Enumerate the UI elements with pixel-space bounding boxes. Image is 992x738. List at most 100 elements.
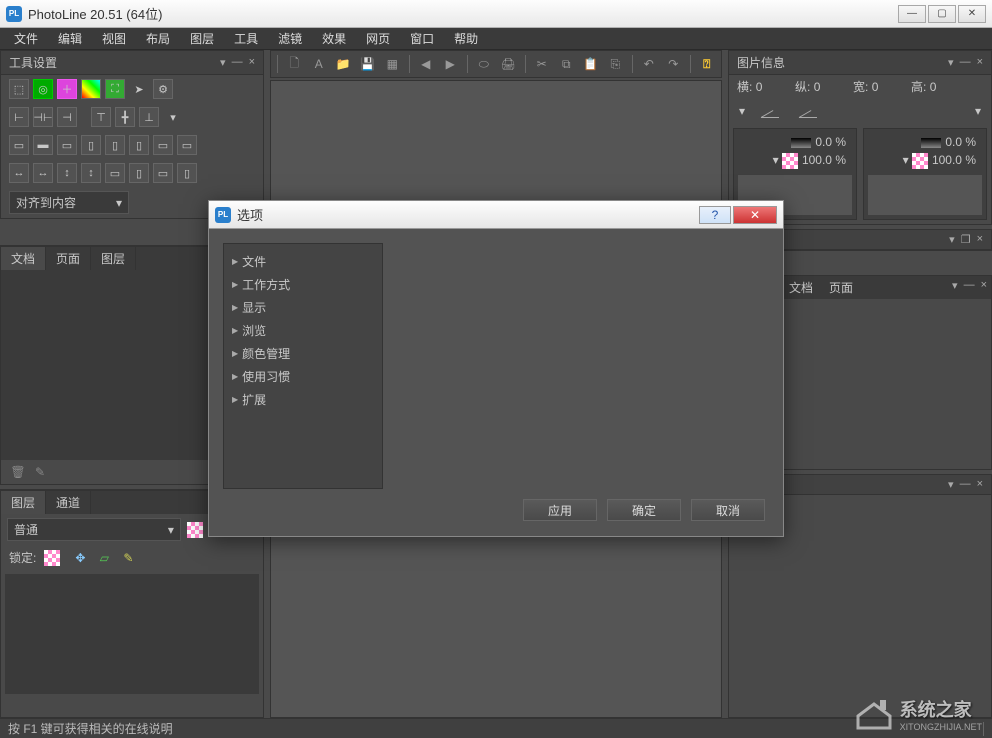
angle-b-icon[interactable] bbox=[797, 102, 821, 120]
panel-close-icon[interactable]: × bbox=[977, 233, 983, 246]
arrow-tool-icon[interactable]: ➤ bbox=[129, 79, 149, 99]
menu-layout[interactable]: 布局 bbox=[136, 28, 180, 49]
close-button[interactable]: ✕ bbox=[958, 5, 986, 23]
lock-brush-icon[interactable]: ✎ bbox=[120, 550, 136, 566]
cut-icon[interactable]: ✂ bbox=[533, 55, 550, 73]
spacing-g-icon[interactable]: ▭ bbox=[153, 163, 173, 183]
align-target-dropdown[interactable]: 对齐到内容 ▾ bbox=[9, 191, 129, 214]
paste-icon[interactable]: 📋 bbox=[583, 55, 600, 73]
save-icon[interactable]: 💾 bbox=[360, 55, 377, 73]
lock-transparent-icon[interactable] bbox=[44, 550, 60, 566]
panel-menu-icon[interactable]: ▾ bbox=[949, 233, 955, 246]
redo-icon[interactable]: ↷ bbox=[665, 55, 682, 73]
spacing-f-icon[interactable]: ▯ bbox=[129, 163, 149, 183]
spacing-d-icon[interactable]: ↕ bbox=[81, 163, 101, 183]
prev-icon[interactable]: ◀ bbox=[418, 55, 435, 73]
menu-web[interactable]: 网页 bbox=[356, 28, 400, 49]
brush-small-icon[interactable]: ✎ bbox=[31, 464, 49, 480]
align-left-icon[interactable]: ⊢ bbox=[9, 107, 29, 127]
distribute-b-icon[interactable]: ▬ bbox=[33, 135, 53, 155]
opacity-a1-value[interactable]: 0.0 % bbox=[815, 135, 846, 149]
grid-icon[interactable]: ▦ bbox=[384, 55, 401, 73]
paste-into-icon[interactable]: ⎘ bbox=[607, 55, 624, 73]
spacing-b-icon[interactable]: ↔ bbox=[33, 163, 53, 183]
new-file-icon[interactable]: 🗋 bbox=[286, 55, 303, 73]
tab-channels[interactable]: 通道 bbox=[46, 491, 91, 514]
align-right-icon[interactable]: ⊣ bbox=[57, 107, 77, 127]
tool-expand-icon[interactable]: ⛶ bbox=[105, 79, 125, 99]
angle-a-icon[interactable] bbox=[759, 102, 783, 120]
lock-move-icon[interactable]: ✥ bbox=[72, 550, 88, 566]
panel-restore-icon[interactable]: ❐ bbox=[961, 233, 971, 246]
blend-mode-dropdown[interactable]: 普通 ▾ bbox=[7, 518, 181, 541]
gear-icon[interactable]: ⚙ bbox=[153, 79, 173, 99]
ok-button[interactable]: 确定 bbox=[607, 499, 681, 521]
tree-item-colormgmt[interactable]: 颜色管理 bbox=[228, 342, 378, 365]
distribute-f-icon[interactable]: ▯ bbox=[129, 135, 149, 155]
panel-close-icon[interactable]: × bbox=[249, 56, 255, 69]
copy-icon[interactable]: ⧉ bbox=[558, 55, 575, 73]
tab-page[interactable]: 页面 bbox=[46, 247, 91, 270]
panel-menu-icon[interactable]: ▾ bbox=[220, 56, 226, 69]
minimize-button[interactable]: — bbox=[898, 5, 926, 23]
dialog-close-button[interactable]: ✕ bbox=[733, 206, 777, 224]
tab-page-right[interactable]: 页面 bbox=[821, 276, 861, 299]
tab-layers[interactable]: 图层 bbox=[1, 491, 46, 514]
menu-file[interactable]: 文件 bbox=[4, 28, 48, 49]
menu-help[interactable]: 帮助 bbox=[444, 28, 488, 49]
print-icon[interactable]: 🖨 bbox=[500, 55, 517, 73]
opacity-a2-value[interactable]: 100.0 % bbox=[802, 153, 846, 167]
menu-filter[interactable]: 滤镜 bbox=[268, 28, 312, 49]
lock-crop-icon[interactable]: ▱ bbox=[96, 550, 112, 566]
panel-menu-icon[interactable]: ▾ bbox=[948, 56, 954, 69]
panel-minimize-icon[interactable]: — bbox=[232, 56, 243, 69]
align-vcenter-icon[interactable]: ╋ bbox=[115, 107, 135, 127]
dialog-titlebar[interactable]: PL 选项 ? ✕ bbox=[209, 201, 783, 229]
undo-icon[interactable]: ↶ bbox=[641, 55, 658, 73]
open-icon[interactable]: 📁 bbox=[335, 55, 352, 73]
spacing-h-icon[interactable]: ▯ bbox=[177, 163, 197, 183]
tree-item-file[interactable]: 文件 bbox=[228, 250, 378, 273]
panel-minimize-icon[interactable]: — bbox=[960, 56, 971, 69]
opacity-b1-value[interactable]: 0.0 % bbox=[945, 135, 976, 149]
trash-icon[interactable]: 🗑 bbox=[9, 464, 27, 480]
panel-close-icon[interactable]: × bbox=[981, 279, 987, 296]
panel-close-icon[interactable]: × bbox=[977, 56, 983, 69]
apply-button[interactable]: 应用 bbox=[523, 499, 597, 521]
align-bottom-icon[interactable]: ⊥ bbox=[139, 107, 159, 127]
panel-close-icon[interactable]: × bbox=[977, 478, 983, 491]
distribute-d-icon[interactable]: ▯ bbox=[81, 135, 101, 155]
tree-item-display[interactable]: 显示 bbox=[228, 296, 378, 319]
angle-dropdown-icon[interactable]: ▾ bbox=[739, 104, 745, 118]
cancel-button[interactable]: 取消 bbox=[691, 499, 765, 521]
align-more-icon[interactable]: ▾ bbox=[163, 107, 183, 127]
distribute-c-icon[interactable]: ▭ bbox=[57, 135, 77, 155]
context-help-icon[interactable]: ⍰ bbox=[699, 55, 716, 73]
distribute-g-icon[interactable]: ▭ bbox=[153, 135, 173, 155]
angle-more-icon[interactable]: ▾ bbox=[975, 104, 981, 118]
tab-layer[interactable]: 图层 bbox=[91, 247, 136, 270]
menu-window[interactable]: 窗口 bbox=[400, 28, 444, 49]
scan-icon[interactable]: ⬭ bbox=[475, 55, 492, 73]
menu-tools[interactable]: 工具 bbox=[224, 28, 268, 49]
distribute-h-icon[interactable]: ▭ bbox=[177, 135, 197, 155]
distribute-e-icon[interactable]: ▯ bbox=[105, 135, 125, 155]
next-icon[interactable]: ▶ bbox=[442, 55, 459, 73]
panel-minimize-icon[interactable]: — bbox=[960, 478, 971, 491]
tree-item-workmode[interactable]: 工作方式 bbox=[228, 273, 378, 296]
menu-edit[interactable]: 编辑 bbox=[48, 28, 92, 49]
dialog-help-button[interactable]: ? bbox=[699, 206, 731, 224]
align-top-icon[interactable]: ⊤ bbox=[91, 107, 111, 127]
panel-menu-icon[interactable]: ▾ bbox=[948, 478, 954, 491]
spacing-c-icon[interactable]: ↕ bbox=[57, 163, 77, 183]
spacing-e-icon[interactable]: ▭ bbox=[105, 163, 125, 183]
opacity-checker-icon[interactable] bbox=[187, 522, 203, 538]
menu-effects[interactable]: 效果 bbox=[312, 28, 356, 49]
panel-menu-icon[interactable]: ▾ bbox=[952, 279, 958, 296]
spacing-a-icon[interactable]: ↔ bbox=[9, 163, 29, 183]
tool-pink-icon[interactable]: ＋ bbox=[57, 79, 77, 99]
tree-item-browse[interactable]: 浏览 bbox=[228, 319, 378, 342]
opacity-b2-value[interactable]: 100.0 % bbox=[932, 153, 976, 167]
distribute-a-icon[interactable]: ▭ bbox=[9, 135, 29, 155]
menu-layer[interactable]: 图层 bbox=[180, 28, 224, 49]
